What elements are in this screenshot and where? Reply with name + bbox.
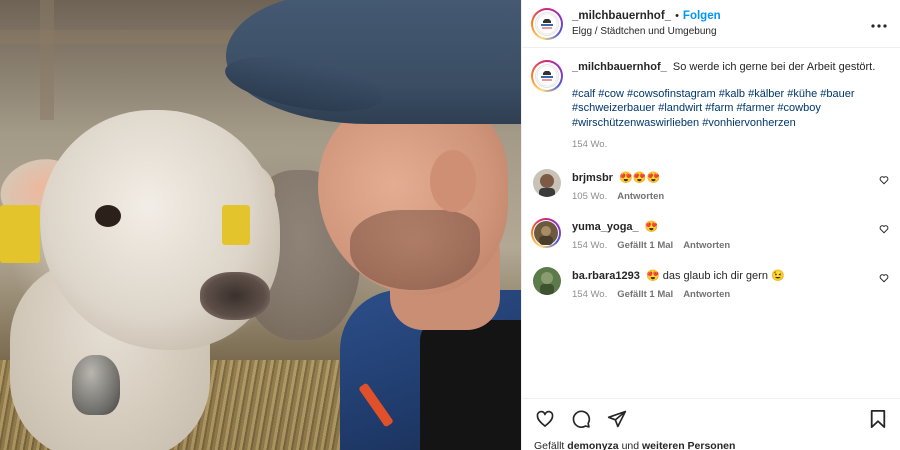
comment-heart-icon[interactable]	[877, 175, 891, 188]
action-bar	[522, 398, 900, 438]
comment-likes[interactable]: Gefällt 1 Mal	[617, 240, 673, 251]
instagram-post: _milchbauernhof_ • Folgen Elgg / Städtchen…	[0, 0, 900, 450]
caption-username[interactable]: _milchbauernhof_	[572, 61, 667, 73]
comment-text: 😍😍😍	[619, 171, 661, 184]
comment-age: 154 Wo.	[572, 288, 608, 300]
commenter-avatar[interactable]	[533, 168, 561, 197]
reply-button[interactable]: Antworten	[683, 289, 730, 300]
comment-item: ba.rbara1293 😍 das glaub ich dir gern 😉 …	[522, 266, 900, 302]
likes-user[interactable]: demonyza	[567, 440, 618, 450]
likes-summary: Gefällt demonyza und weiteren Personen	[534, 440, 735, 450]
comment-username[interactable]: brjmsbr	[572, 172, 613, 184]
post-header: _milchbauernhof_ • Folgen Elgg / Städtchen…	[522, 0, 900, 48]
farm-logo	[535, 64, 559, 88]
man-ear	[430, 150, 476, 212]
caption-text: So werde ich gerne bei der Arbeit gestör…	[672, 61, 876, 73]
post-side-panel: _milchbauernhof_ • Folgen Elgg / Städtchen…	[521, 0, 900, 450]
caption-age: 154 Wo.	[572, 139, 608, 150]
farm-logo	[535, 11, 559, 36]
comment-text: 😍 das glaub ich dir gern 😉	[646, 269, 785, 282]
comment-text: 😍	[644, 220, 659, 233]
likes-prefix: Gefällt	[534, 440, 565, 450]
location-link[interactable]: Elgg / Städtchen und Umgebung	[572, 24, 867, 39]
comment-age: 154 Wo.	[572, 239, 608, 251]
calf-eye	[95, 205, 121, 227]
ear-tag-right	[222, 205, 250, 245]
author-avatar[interactable]	[531, 7, 563, 40]
reply-button[interactable]: Antworten	[683, 240, 730, 251]
cow-bell	[72, 355, 120, 415]
comment-heart-icon[interactable]	[877, 224, 891, 237]
man-beard	[350, 210, 480, 290]
likes-others[interactable]: weiteren Personen	[642, 440, 735, 450]
caption-hashtags[interactable]: #calf #cow #cowsofinstagram #kalb #kälbe…	[572, 87, 891, 131]
barn-post	[40, 0, 54, 120]
commenter-avatar[interactable]	[531, 217, 561, 248]
more-options-icon[interactable]	[867, 18, 891, 30]
comment-item: brjmsbr 😍😍😍 105 Wo. Antworten	[522, 168, 900, 204]
comment-item: yuma_yoga_ 😍 154 Wo. Gefällt 1 Mal Antwort…	[522, 217, 900, 253]
man-shirt	[420, 320, 521, 450]
author-username[interactable]: _milchbauernhof_	[572, 10, 671, 22]
follow-button[interactable]: Folgen	[683, 10, 721, 22]
comment-username[interactable]: yuma_yoga_	[572, 221, 639, 233]
heart-icon[interactable]	[533, 407, 557, 431]
comment-icon[interactable]	[569, 407, 593, 431]
comment-likes[interactable]: Gefällt 1 Mal	[617, 289, 673, 300]
post-caption: _milchbauernhof_ So werde ich gerne bei …	[522, 48, 900, 153]
caption-avatar[interactable]	[531, 60, 563, 92]
reply-button[interactable]: Antworten	[617, 191, 664, 202]
ear-tag-left	[0, 205, 40, 263]
calf-nose	[200, 272, 270, 320]
commenter-avatar[interactable]	[533, 266, 561, 295]
share-icon[interactable]	[605, 407, 629, 431]
likes-middle: und	[621, 440, 640, 450]
bookmark-icon[interactable]	[866, 407, 890, 431]
comment-age: 105 Wo.	[572, 190, 608, 202]
post-image[interactable]	[0, 0, 521, 450]
comment-username[interactable]: ba.rbara1293	[572, 270, 640, 282]
comment-heart-icon[interactable]	[877, 273, 891, 286]
separator-dot: •	[675, 9, 679, 22]
